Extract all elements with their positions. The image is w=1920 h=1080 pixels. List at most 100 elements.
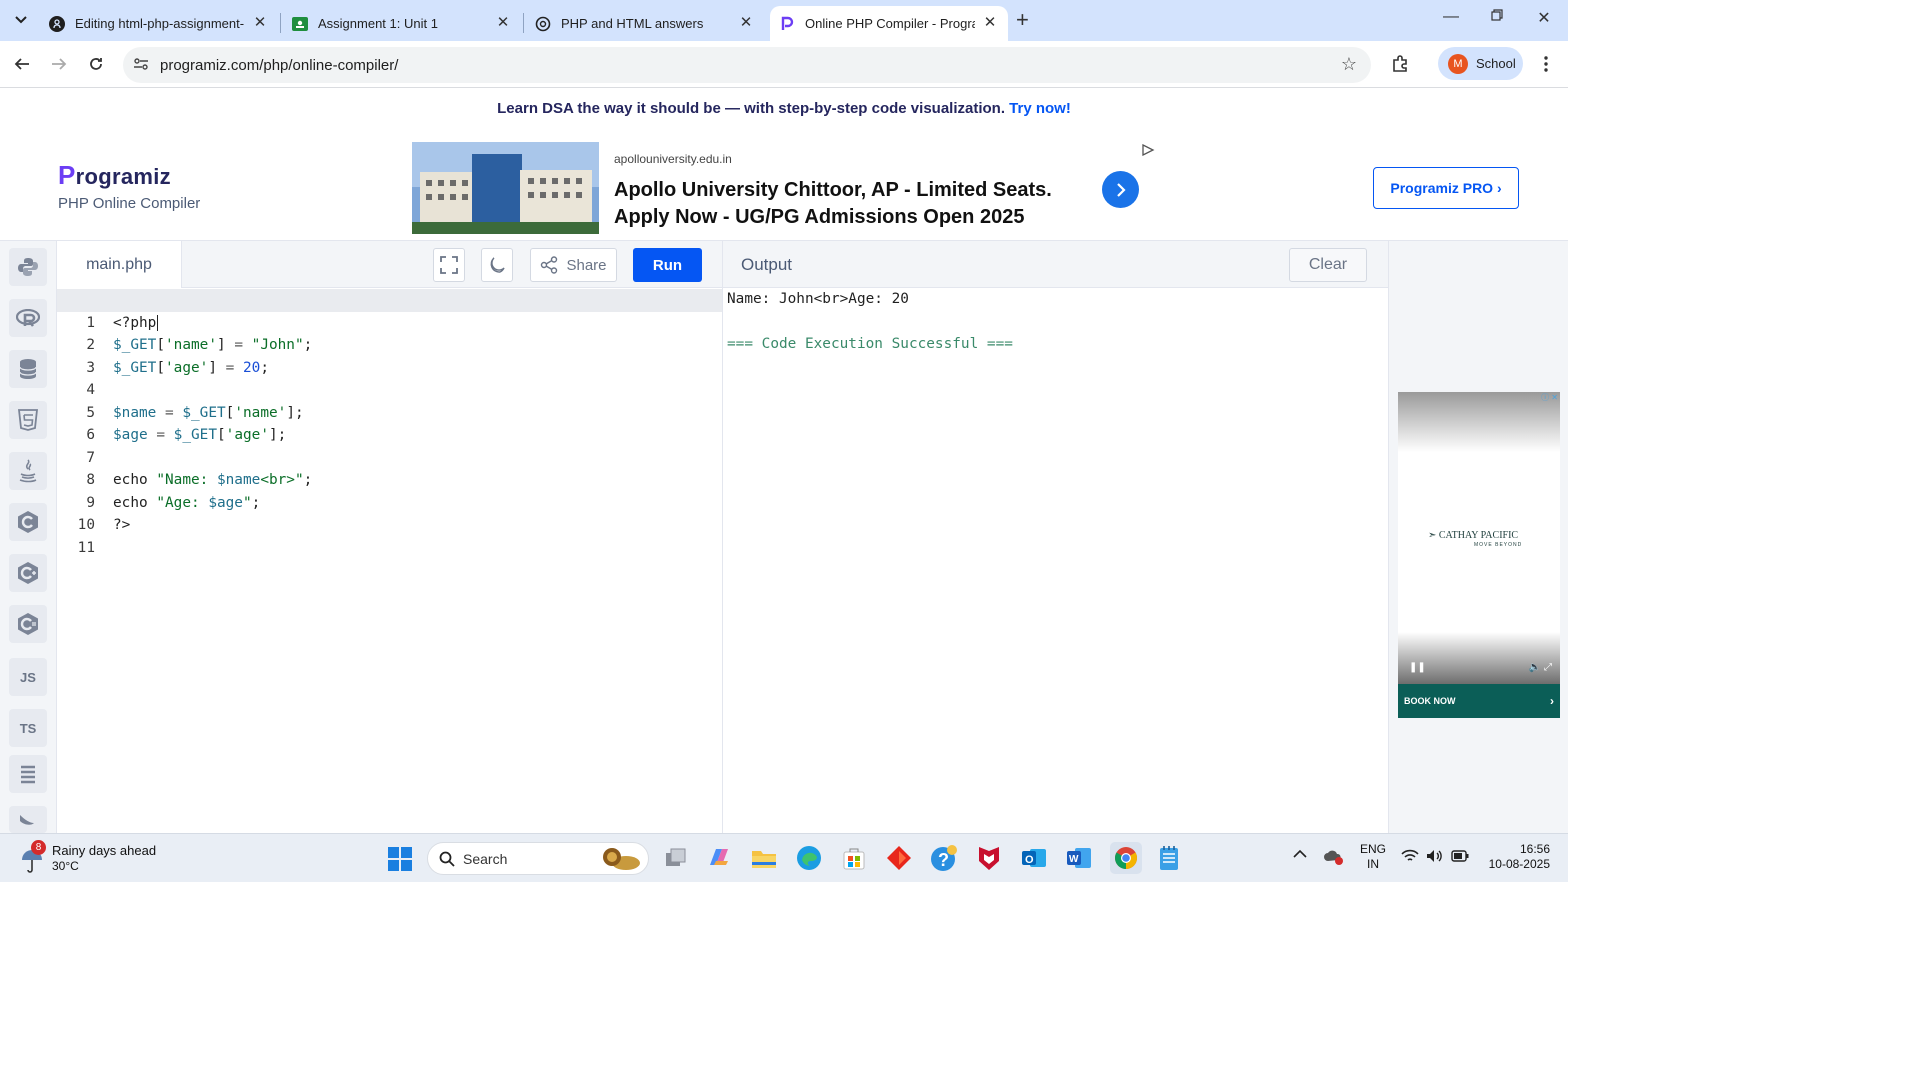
extensions-button[interactable] bbox=[1388, 52, 1412, 76]
task-view-icon[interactable] bbox=[662, 844, 690, 872]
language-bottom: IN bbox=[1367, 857, 1379, 871]
app-red-diamond-icon[interactable] bbox=[885, 844, 913, 872]
onedrive-sync-error-icon[interactable] bbox=[1324, 849, 1344, 869]
language-indicator[interactable]: ENG IN bbox=[1360, 842, 1386, 872]
close-window-icon[interactable]: ✕ bbox=[1534, 8, 1554, 28]
java-icon[interactable] bbox=[9, 452, 47, 490]
book-now-button[interactable]: BOOK NOW › bbox=[1398, 684, 1560, 718]
sql-icon[interactable] bbox=[9, 350, 47, 388]
notepad-icon[interactable] bbox=[1155, 844, 1183, 872]
python-icon[interactable] bbox=[9, 248, 47, 286]
outlook-icon[interactable]: O bbox=[1020, 844, 1048, 872]
close-tab-icon[interactable]: ✕ bbox=[738, 15, 754, 31]
site-settings-icon[interactable] bbox=[133, 56, 149, 72]
browser-tab-strip: Editing html-php-assignment- ✕ Assignmen… bbox=[0, 0, 1568, 41]
weather-badge: 8 bbox=[31, 840, 46, 855]
reload-button[interactable] bbox=[84, 52, 108, 76]
tab-separator bbox=[280, 13, 281, 33]
github-icon bbox=[49, 15, 65, 32]
close-tab-icon[interactable]: ✕ bbox=[495, 15, 511, 31]
chrome-icon[interactable] bbox=[1110, 842, 1142, 874]
ad-open-button[interactable] bbox=[1102, 171, 1139, 208]
help-icon[interactable]: ? bbox=[930, 844, 958, 872]
wifi-icon[interactable] bbox=[1401, 849, 1419, 867]
promo-banner: Learn DSA the way it should be — with st… bbox=[0, 100, 1568, 117]
browser-tab-classroom[interactable]: Assignment 1: Unit 1 ✕ bbox=[283, 6, 521, 41]
windows-start-icon[interactable] bbox=[386, 845, 414, 873]
ad-image[interactable] bbox=[412, 142, 599, 234]
copilot-icon[interactable] bbox=[705, 844, 733, 872]
ad-info-icon[interactable]: ⓘ ✕ bbox=[1541, 392, 1558, 403]
back-button[interactable] bbox=[10, 52, 34, 76]
dark-mode-toggle[interactable] bbox=[481, 248, 513, 282]
logo-subtitle: PHP Online Compiler bbox=[58, 195, 201, 212]
pause-icon[interactable]: ❚❚ bbox=[1409, 662, 1426, 673]
tab-title: Assignment 1: Unit 1 bbox=[318, 16, 438, 31]
taskbar-search[interactable]: Search bbox=[427, 842, 649, 875]
close-tab-icon[interactable]: ✕ bbox=[982, 15, 998, 31]
taskbar-clock[interactable]: 16:56 10-08-2025 bbox=[1478, 842, 1550, 872]
javascript-icon[interactable]: JS bbox=[9, 658, 47, 696]
forward-button[interactable] bbox=[47, 52, 71, 76]
code-line: 8 echo "Name: $name<br>"; bbox=[57, 447, 722, 488]
new-tab-button[interactable]: + bbox=[1016, 9, 1029, 31]
chevron-right-icon: › bbox=[1550, 694, 1554, 708]
file-explorer-icon[interactable] bbox=[750, 844, 778, 872]
word-icon[interactable]: W bbox=[1065, 844, 1093, 872]
clear-button[interactable]: Clear bbox=[1289, 248, 1367, 282]
weather-temp: 30°C bbox=[52, 859, 79, 873]
browser-menu-button[interactable] bbox=[1534, 52, 1558, 76]
ad-gradient bbox=[1398, 632, 1560, 684]
logo-brand-text: rogramiz bbox=[75, 164, 171, 189]
html-icon[interactable] bbox=[9, 401, 47, 439]
r-icon[interactable] bbox=[9, 299, 47, 337]
go-icon[interactable] bbox=[9, 755, 47, 793]
c-icon[interactable] bbox=[9, 503, 47, 541]
cpp-icon[interactable] bbox=[9, 554, 47, 592]
code-line: 1 <?php bbox=[57, 289, 722, 331]
fullscreen-button[interactable] bbox=[433, 248, 465, 282]
minimize-window-icon[interactable]: — bbox=[1441, 8, 1461, 26]
programiz-pro-button[interactable]: Programiz PRO › bbox=[1373, 167, 1519, 209]
mcafee-icon[interactable] bbox=[975, 844, 1003, 872]
swift-icon[interactable] bbox=[9, 806, 47, 833]
show-hidden-icons[interactable] bbox=[1293, 848, 1307, 863]
search-label: Search bbox=[463, 851, 508, 867]
profile-button[interactable]: M School bbox=[1438, 47, 1523, 80]
microsoft-store-icon[interactable] bbox=[840, 844, 868, 872]
ad-headline[interactable]: Apollo University Chittoor, AP - Limited… bbox=[614, 177, 1094, 231]
edge-icon[interactable] bbox=[795, 844, 823, 872]
browser-tab-programiz[interactable]: Online PHP Compiler - Program ✕ bbox=[770, 6, 1008, 41]
csharp-icon[interactable] bbox=[9, 605, 47, 643]
tab-title: PHP and HTML answers bbox=[561, 16, 704, 31]
restore-window-icon[interactable] bbox=[1487, 8, 1507, 26]
address-bar[interactable]: programiz.com/php/online-compiler/ ☆ bbox=[123, 47, 1371, 83]
url-text[interactable]: programiz.com/php/online-compiler/ bbox=[160, 57, 398, 74]
browser-tab-github[interactable]: Editing html-php-assignment- ✕ bbox=[40, 6, 278, 41]
share-button[interactable]: Share bbox=[530, 248, 617, 282]
typescript-icon[interactable]: TS bbox=[9, 709, 47, 747]
programiz-logo[interactable]: Programiz PHP Online Compiler bbox=[58, 160, 200, 212]
ad-banner[interactable]: apollouniversity.edu.in Apollo Universit… bbox=[412, 142, 1172, 234]
run-button[interactable]: Run bbox=[633, 248, 702, 282]
lion-decoration-icon bbox=[603, 848, 640, 870]
ad-choices-icon[interactable] bbox=[1141, 143, 1155, 160]
code-editor[interactable]: 1 <?php 2 $_GET['name'] = "John"; 3 $_GET['… bbox=[57, 289, 722, 833]
language-top: ENG bbox=[1360, 842, 1387, 856]
promo-link[interactable]: Try now! bbox=[1009, 100, 1071, 117]
language-sidebar: JS TS bbox=[0, 241, 57, 833]
bookmark-star-icon[interactable]: ☆ bbox=[1341, 54, 1357, 75]
mute-fullscreen-icons[interactable]: 🔈 ⤢ bbox=[1529, 662, 1552, 673]
logo-brand-p: P bbox=[58, 160, 76, 190]
file-tab-main-php[interactable]: main.php bbox=[57, 241, 182, 288]
side-ad[interactable]: ⓘ ✕ ➣ CATHAY PACIFIC MOVE BEYOND ❚❚ 🔈 ⤢ … bbox=[1398, 392, 1560, 718]
close-tab-icon[interactable]: ✕ bbox=[252, 15, 268, 31]
book-now-label: BOOK NOW bbox=[1404, 696, 1456, 706]
battery-icon[interactable] bbox=[1451, 850, 1469, 866]
volume-icon[interactable] bbox=[1426, 849, 1444, 867]
browser-tab-chatgpt[interactable]: PHP and HTML answers ✕ bbox=[526, 6, 764, 41]
code-line: 7 bbox=[57, 424, 722, 466]
weather-title: Rainy days ahead bbox=[52, 843, 157, 858]
ad-gradient bbox=[1398, 392, 1560, 452]
tab-search-button[interactable] bbox=[8, 7, 34, 33]
